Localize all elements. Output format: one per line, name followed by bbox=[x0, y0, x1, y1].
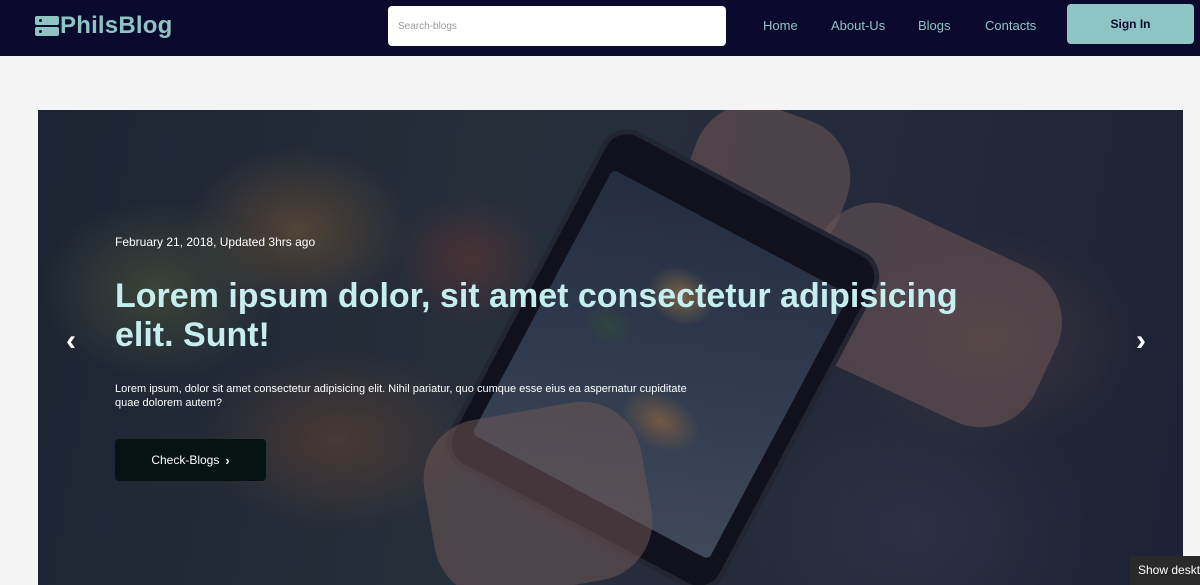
nav-contacts[interactable]: Contacts bbox=[985, 18, 1036, 33]
nav-home[interactable]: Home bbox=[763, 18, 798, 33]
carousel-prev-icon[interactable]: ‹ bbox=[66, 326, 76, 356]
logo-text: PhilsBlog bbox=[60, 12, 173, 39]
post-date: February 21, 2018, Updated 3hrs ago bbox=[115, 235, 316, 249]
nav-about-us[interactable]: About-Us bbox=[831, 18, 885, 33]
logo[interactable]: PhilsBlog bbox=[35, 12, 172, 40]
search-input[interactable] bbox=[388, 6, 726, 46]
sign-in-button[interactable]: Sign In bbox=[1067, 4, 1194, 44]
carousel-next-icon[interactable]: › bbox=[1136, 326, 1146, 356]
show-desktop-button[interactable]: Show desktop bbox=[1130, 556, 1200, 585]
nav-blogs[interactable]: Blogs bbox=[918, 18, 951, 33]
server-icon bbox=[35, 15, 59, 37]
navbar: PhilsBlog Home About-Us Blogs Contacts S… bbox=[0, 0, 1200, 56]
hero-description: Lorem ipsum, dolor sit amet consectetur … bbox=[115, 383, 687, 409]
hero-carousel: February 21, 2018, Updated 3hrs ago Lore… bbox=[38, 110, 1183, 585]
check-blogs-button[interactable]: Check-Blogs › bbox=[115, 439, 266, 481]
chevron-right-icon: › bbox=[225, 452, 230, 468]
check-blogs-label: Check-Blogs bbox=[151, 453, 220, 467]
hero-title: Lorem ipsum dolor, sit amet consectetur … bbox=[115, 277, 958, 354]
